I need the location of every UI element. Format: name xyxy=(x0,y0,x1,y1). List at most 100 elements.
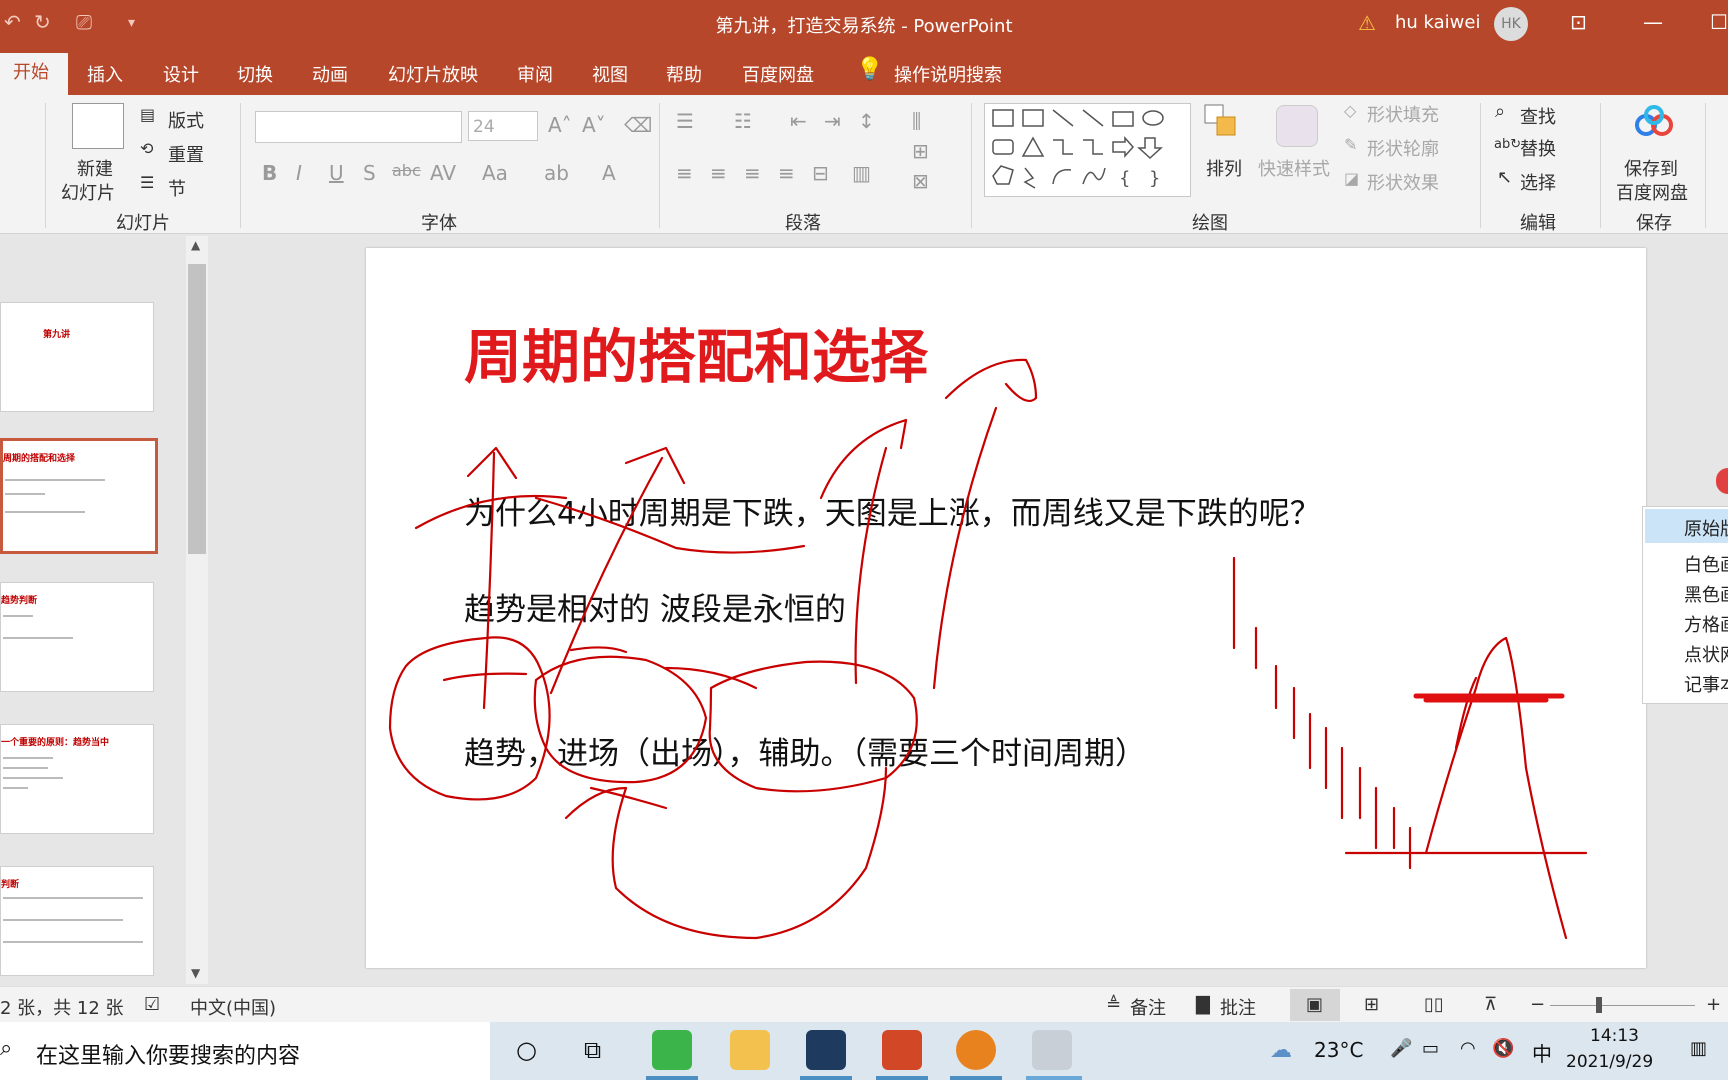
decrease-indent-icon[interactable]: ⇤ xyxy=(790,109,807,133)
bullets-icon[interactable]: ☰ xyxy=(676,109,694,133)
weather-icon[interactable]: ☁ xyxy=(1270,1038,1292,1063)
task-view-icon[interactable]: ⧉ xyxy=(584,1036,601,1064)
menu-item-white[interactable]: 白色画 xyxy=(1684,551,1728,577)
slide-canvas[interactable]: 周期的搭配和选择 为什么4小时周期是下跌，天图是上涨，而周线又是下跌的呢？ 趋势… xyxy=(366,248,1646,968)
notes-button[interactable]: 备注 xyxy=(1130,994,1166,1020)
tab-slideshow[interactable]: 幻灯片放映 xyxy=(388,61,478,87)
tab-insert[interactable]: 插入 xyxy=(87,61,123,87)
font-size-field[interactable]: 24 xyxy=(468,111,538,141)
change-case-icon[interactable]: Aa xyxy=(482,161,508,185)
align-text-icon[interactable]: ⊞ xyxy=(912,139,929,163)
tab-design[interactable]: 设计 xyxy=(163,61,199,87)
bold-icon[interactable]: B xyxy=(262,161,277,185)
align-center-icon[interactable]: ≡ xyxy=(710,161,727,185)
normal-view-button[interactable]: ▣ xyxy=(1290,989,1340,1021)
scrollbar-thumb[interactable] xyxy=(188,264,206,554)
clear-format-icon[interactable]: ⌫ xyxy=(624,113,652,137)
warning-icon[interactable]: ⚠ xyxy=(1358,11,1376,35)
save-to-label[interactable]: 保存到 xyxy=(1624,155,1678,181)
quick-styles-button[interactable]: 快速样式 xyxy=(1258,155,1330,181)
section-button[interactable]: 节 xyxy=(168,175,186,201)
increase-indent-icon[interactable]: ⇥ xyxy=(824,109,841,133)
tab-home[interactable]: 开始 xyxy=(0,53,68,95)
menu-item-grid[interactable]: 方格画 xyxy=(1684,611,1728,637)
quick-styles-icon[interactable] xyxy=(1276,105,1318,147)
shrink-font-icon[interactable]: A˅ xyxy=(582,113,606,137)
scroll-down-icon[interactable]: ▼ xyxy=(191,966,200,980)
spellcheck-icon[interactable]: ☑ xyxy=(144,994,160,1015)
font-name-field[interactable] xyxy=(255,111,462,143)
slide-thumbnail-5[interactable]: 判断 xyxy=(0,866,154,976)
distribute-icon[interactable]: ⊟ xyxy=(812,161,829,185)
tab-animations[interactable]: 动画 xyxy=(312,61,348,87)
find-button[interactable]: 查找 xyxy=(1520,103,1556,129)
menu-item-dots[interactable]: 点状网 xyxy=(1684,641,1728,667)
ime-indicator[interactable]: 中 xyxy=(1532,1038,1552,1067)
text-direction-icon[interactable]: ⫼ xyxy=(912,109,921,133)
language-indicator[interactable]: 中文(中国) xyxy=(190,994,276,1020)
columns-icon[interactable]: ▥ xyxy=(852,161,871,185)
avatar[interactable]: HK xyxy=(1494,7,1528,41)
numbering-icon[interactable]: ☷ xyxy=(734,109,752,133)
thumbnail-scrollbar[interactable]: ▲ ▼ xyxy=(186,236,208,984)
slide-thumbnail-2[interactable]: 周期的搭配和选择 xyxy=(0,438,158,554)
app-a-icon[interactable] xyxy=(806,1030,846,1070)
align-right-icon[interactable]: ≡ xyxy=(744,161,761,185)
zoom-in-icon[interactable]: + xyxy=(1706,994,1721,1015)
highlight-icon[interactable]: ab xyxy=(544,161,569,185)
replace-button[interactable]: 替换 xyxy=(1520,135,1556,161)
shape-fill-button[interactable]: 形状填充 xyxy=(1367,101,1439,127)
grow-font-icon[interactable]: A˄ xyxy=(548,113,572,137)
font-color-icon[interactable]: A xyxy=(602,161,616,185)
layout-button[interactable]: 版式 xyxy=(168,107,204,133)
select-button[interactable]: 选择 xyxy=(1520,169,1556,195)
shapes-gallery[interactable]: {} xyxy=(984,103,1191,197)
new-slide-label[interactable]: 新建 xyxy=(77,155,113,181)
tab-transitions[interactable]: 切换 xyxy=(237,61,273,87)
arrange-button[interactable]: 排列 xyxy=(1206,155,1242,181)
shape-effects-button[interactable]: 形状效果 xyxy=(1367,169,1439,195)
new-slide-label-2[interactable]: 幻灯片 xyxy=(61,179,115,205)
italic-icon[interactable]: I xyxy=(296,161,302,185)
taskbar-search-box[interactable]: ⌕ 在这里输入你要搜索的内容 xyxy=(0,1022,490,1080)
char-spacing-icon[interactable]: AV xyxy=(430,161,456,185)
powerpoint-icon[interactable] xyxy=(882,1030,922,1070)
underline-icon[interactable]: U xyxy=(329,161,344,185)
wifi-icon[interactable]: ◠ xyxy=(1460,1038,1476,1059)
reading-view-icon[interactable]: ▯▯ xyxy=(1424,994,1444,1015)
slide-sorter-icon[interactable]: ⊞ xyxy=(1364,994,1379,1015)
menu-item-notepad[interactable]: 记事本 xyxy=(1684,671,1728,697)
microphone-icon[interactable]: 🎤 xyxy=(1390,1038,1412,1059)
slide-thumbnail-4[interactable]: 一个重要的原则：趋势当中 xyxy=(0,724,154,834)
slideshow-icon[interactable]: ⊼ xyxy=(1484,994,1497,1015)
shape-outline-button[interactable]: 形状轮廓 xyxy=(1367,135,1439,161)
volume-mute-icon[interactable]: 🔇 xyxy=(1492,1038,1514,1059)
screen-pen-icon[interactable] xyxy=(1032,1030,1072,1070)
comments-button[interactable]: 批注 xyxy=(1220,994,1256,1020)
align-left-icon[interactable]: ≡ xyxy=(676,161,693,185)
ribbon-display-icon[interactable]: ⊡ xyxy=(1570,10,1587,34)
baidu-label[interactable]: 百度网盘 xyxy=(1616,179,1688,205)
maximize-icon[interactable]: ☐ xyxy=(1710,10,1728,34)
justify-icon[interactable]: ≡ xyxy=(778,161,795,185)
scroll-up-icon[interactable]: ▲ xyxy=(191,238,200,252)
battery-icon[interactable]: ▭ xyxy=(1422,1038,1439,1059)
file-explorer-icon[interactable] xyxy=(730,1030,770,1070)
user-name[interactable]: hu kaiwei xyxy=(1395,12,1480,33)
arrange-icon[interactable] xyxy=(1203,103,1243,143)
zoom-slider[interactable] xyxy=(1550,1005,1695,1006)
minimize-icon[interactable]: — xyxy=(1643,10,1663,34)
tab-help[interactable]: 帮助 xyxy=(666,61,702,87)
baidu-cloud-icon[interactable] xyxy=(1634,105,1674,139)
clock-time[interactable]: 14:13 xyxy=(1590,1026,1639,1046)
tab-review[interactable]: 审阅 xyxy=(517,61,553,87)
temperature[interactable]: 23°C xyxy=(1314,1038,1363,1062)
slide-thumbnail-3[interactable]: 趋势判断 xyxy=(0,582,154,692)
tell-me-search[interactable]: 操作说明搜索 xyxy=(894,61,1002,87)
reset-button[interactable]: 重置 xyxy=(168,141,204,167)
zoom-slider-thumb[interactable] xyxy=(1596,997,1602,1013)
cortana-icon[interactable]: ○ xyxy=(516,1036,537,1064)
zoom-out-icon[interactable]: − xyxy=(1530,994,1545,1015)
wechat-icon[interactable] xyxy=(652,1030,692,1070)
tab-baidu[interactable]: 百度网盘 xyxy=(742,61,814,87)
